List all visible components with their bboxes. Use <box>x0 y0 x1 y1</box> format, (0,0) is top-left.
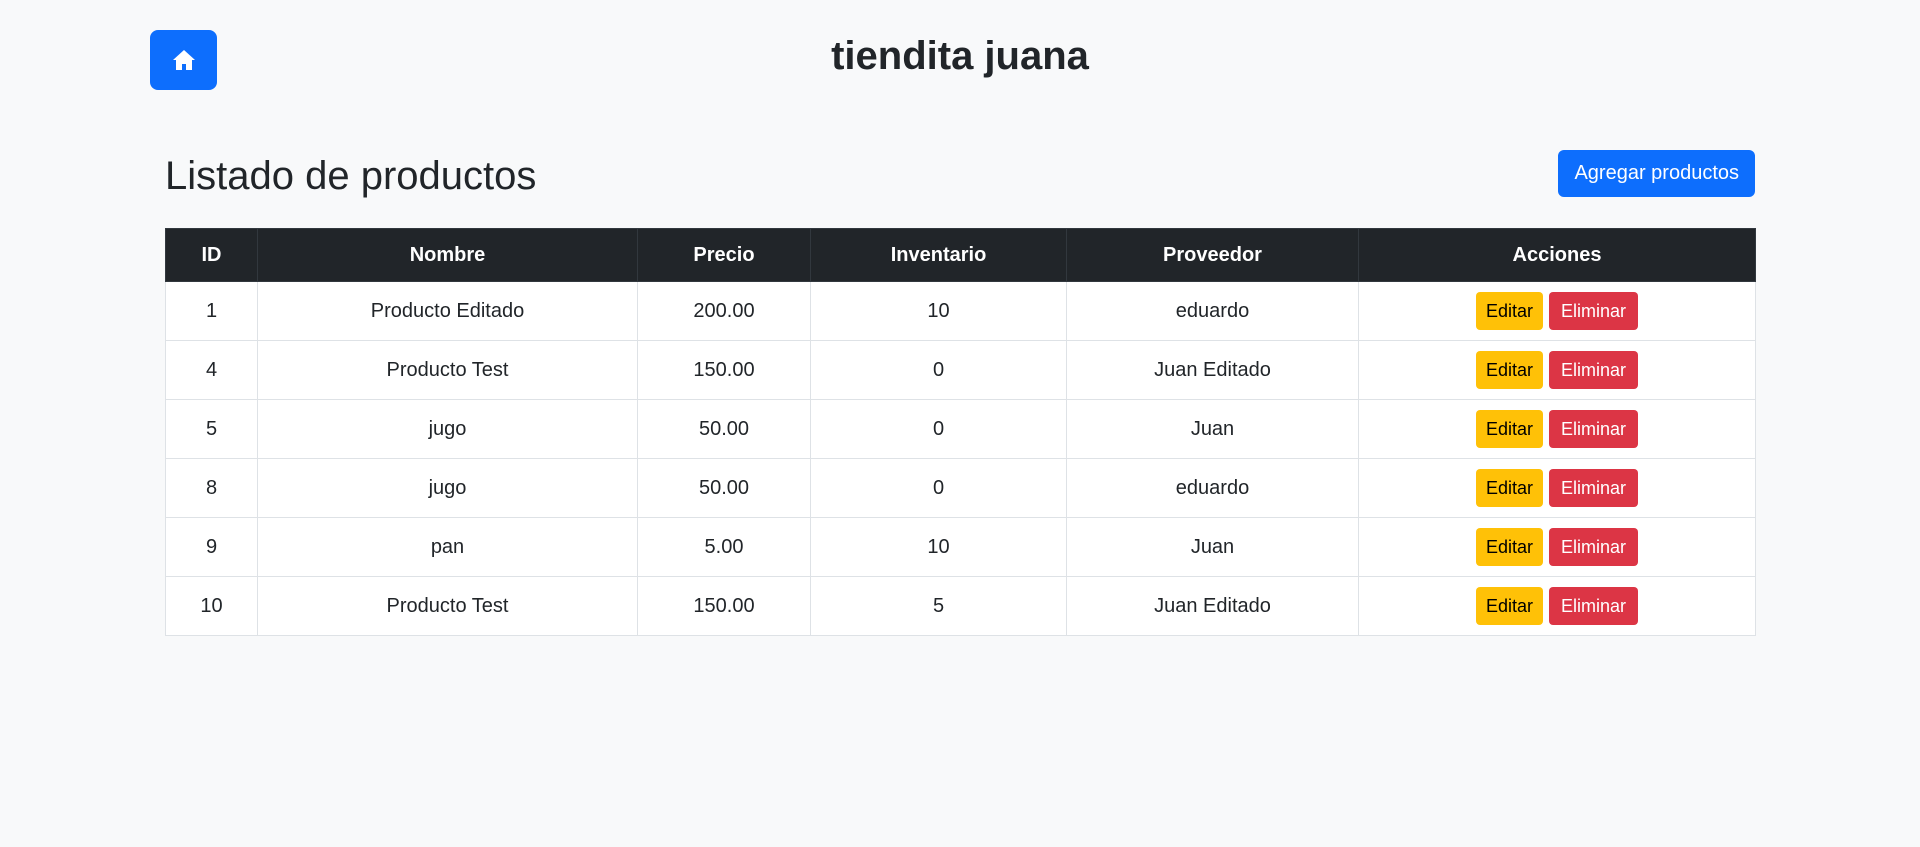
top-header: tiendita juana <box>0 0 1920 118</box>
edit-button[interactable]: Editar <box>1475 410 1543 448</box>
delete-button[interactable]: Eliminar <box>1549 469 1639 507</box>
edit-button[interactable]: Editar <box>1475 292 1543 330</box>
column-header-acciones: Acciones <box>1358 228 1756 282</box>
table-row: 8 jugo 50.00 0 eduardo Editar Eliminar <box>165 458 1756 518</box>
cell-inventario: 0 <box>810 399 1067 459</box>
cell-id: 10 <box>165 576 258 636</box>
cell-nombre: Producto Test <box>257 576 638 636</box>
cell-precio: 150.00 <box>637 340 811 400</box>
column-header-inventario: Inventario <box>810 228 1067 282</box>
cell-acciones: Editar Eliminar <box>1358 576 1756 636</box>
cell-inventario: 0 <box>810 340 1067 400</box>
products-table: ID Nombre Precio Inventario Proveedor Ac… <box>165 228 1756 636</box>
cell-inventario: 0 <box>810 458 1067 518</box>
cell-proveedor: eduardo <box>1066 281 1359 341</box>
cell-inventario: 10 <box>810 517 1067 577</box>
cell-proveedor: Juan Editado <box>1066 576 1359 636</box>
column-header-proveedor: Proveedor <box>1066 228 1359 282</box>
column-header-precio: Precio <box>637 228 811 282</box>
cell-precio: 150.00 <box>637 576 811 636</box>
edit-button[interactable]: Editar <box>1475 469 1543 507</box>
cell-precio: 200.00 <box>637 281 811 341</box>
cell-acciones: Editar Eliminar <box>1358 281 1756 341</box>
cell-precio: 50.00 <box>637 399 811 459</box>
cell-precio: 5.00 <box>637 517 811 577</box>
cell-precio: 50.00 <box>637 458 811 518</box>
page-title: Listado de productos <box>165 154 537 198</box>
edit-button[interactable]: Editar <box>1475 351 1543 389</box>
delete-button[interactable]: Eliminar <box>1549 410 1639 448</box>
cell-nombre: Producto Test <box>257 340 638 400</box>
cell-id: 4 <box>165 340 258 400</box>
cell-id: 8 <box>165 458 258 518</box>
table-row: 1 Producto Editado 200.00 10 eduardo Edi… <box>165 281 1756 341</box>
page-header: Listado de productos Agregar productos <box>165 150 1755 228</box>
cell-id: 9 <box>165 517 258 577</box>
table-row: 9 pan 5.00 10 Juan Editar Eliminar <box>165 517 1756 577</box>
table-body: 1 Producto Editado 200.00 10 eduardo Edi… <box>165 281 1756 636</box>
delete-button[interactable]: Eliminar <box>1549 351 1639 389</box>
app-title: tiendita juana <box>831 34 1089 78</box>
main-content: Listado de productos Agregar productos I… <box>165 150 1756 636</box>
cell-proveedor: Juan <box>1066 517 1359 577</box>
cell-nombre: pan <box>257 517 638 577</box>
table-header-row: ID Nombre Precio Inventario Proveedor Ac… <box>165 228 1756 282</box>
cell-acciones: Editar Eliminar <box>1358 517 1756 577</box>
column-header-nombre: Nombre <box>257 228 638 282</box>
delete-button[interactable]: Eliminar <box>1549 528 1639 566</box>
cell-acciones: Editar Eliminar <box>1358 340 1756 400</box>
delete-button[interactable]: Eliminar <box>1549 292 1639 330</box>
cell-nombre: jugo <box>257 399 638 459</box>
cell-nombre: Producto Editado <box>257 281 638 341</box>
table-row: 10 Producto Test 150.00 5 Juan Editado E… <box>165 576 1756 636</box>
cell-acciones: Editar Eliminar <box>1358 458 1756 518</box>
cell-inventario: 5 <box>810 576 1067 636</box>
table-header: ID Nombre Precio Inventario Proveedor Ac… <box>165 228 1756 282</box>
edit-button[interactable]: Editar <box>1475 587 1543 625</box>
cell-id: 1 <box>165 281 258 341</box>
delete-button[interactable]: Eliminar <box>1549 587 1639 625</box>
cell-proveedor: Juan Editado <box>1066 340 1359 400</box>
cell-proveedor: Juan <box>1066 399 1359 459</box>
cell-acciones: Editar Eliminar <box>1358 399 1756 459</box>
table-row: 5 jugo 50.00 0 Juan Editar Eliminar <box>165 399 1756 459</box>
cell-inventario: 10 <box>810 281 1067 341</box>
cell-id: 5 <box>165 399 258 459</box>
cell-proveedor: eduardo <box>1066 458 1359 518</box>
edit-button[interactable]: Editar <box>1475 528 1543 566</box>
table-row: 4 Producto Test 150.00 0 Juan Editado Ed… <box>165 340 1756 400</box>
cell-nombre: jugo <box>257 458 638 518</box>
column-header-id: ID <box>165 228 258 282</box>
add-products-button[interactable]: Agregar productos <box>1558 150 1755 197</box>
